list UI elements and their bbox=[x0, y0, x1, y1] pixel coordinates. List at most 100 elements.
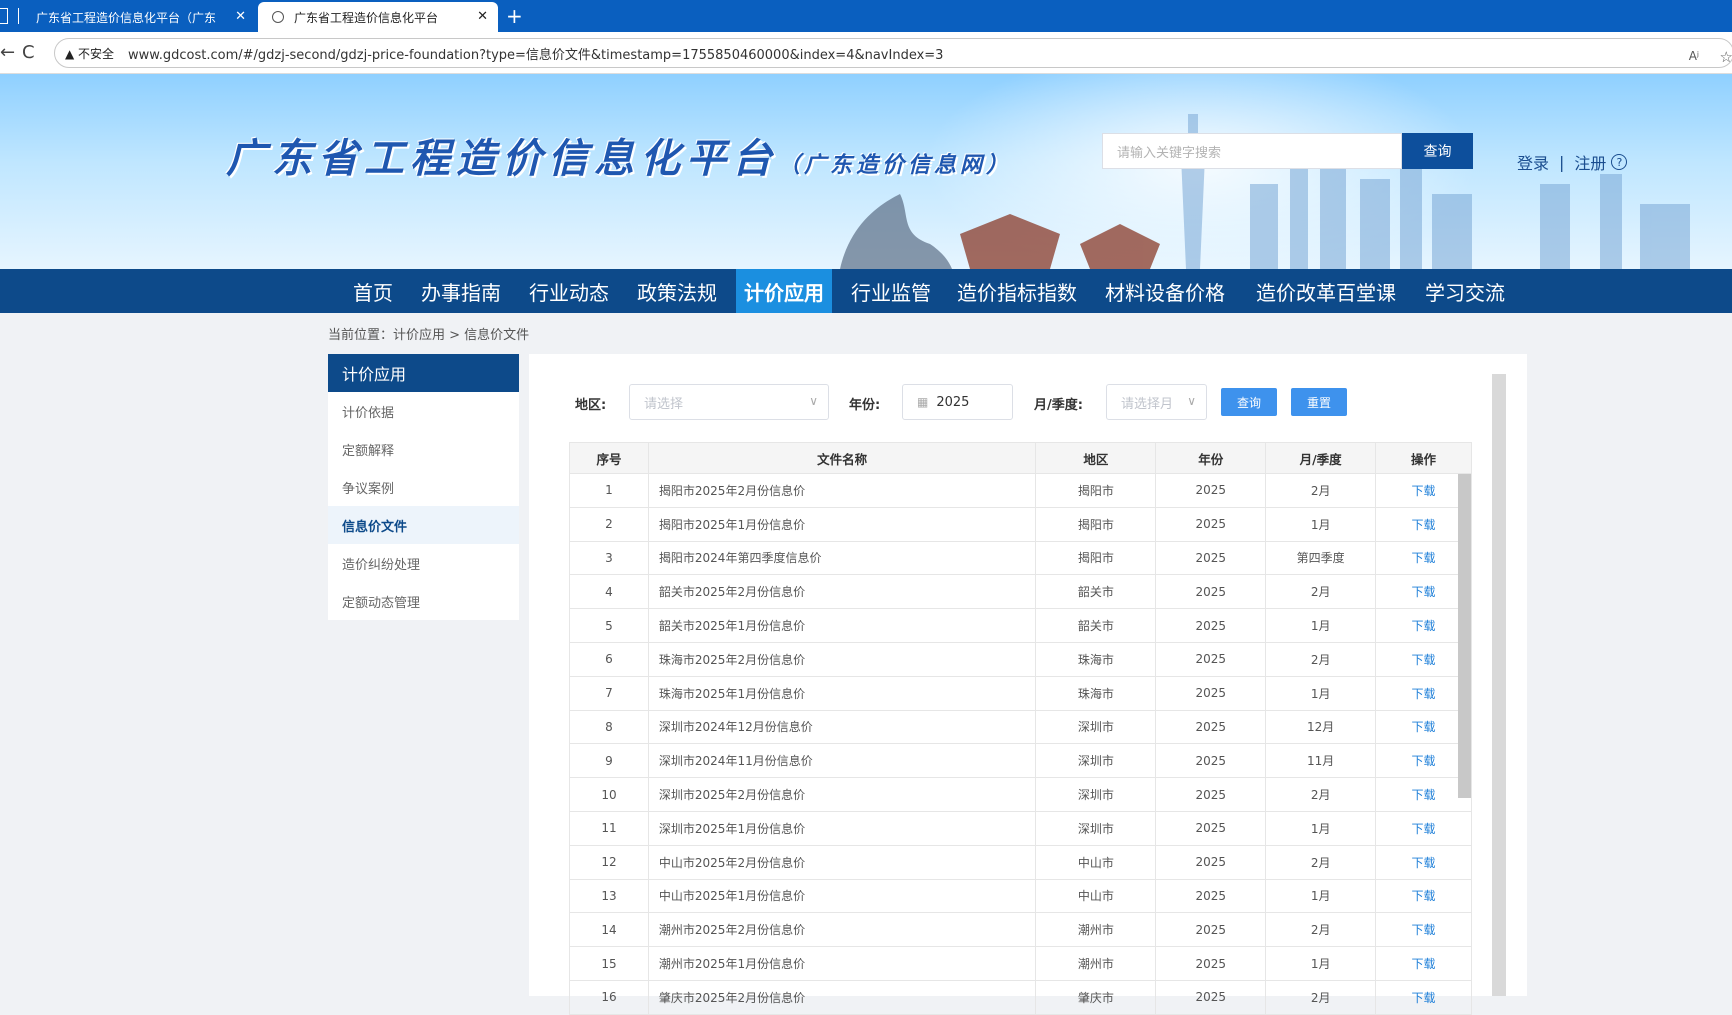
search-input[interactable]: 请输入关键字搜索 bbox=[1102, 133, 1402, 169]
tab-strip-edge bbox=[0, 8, 8, 24]
address-bar: ← C ▲ 不安全 www.gdcost.com/#/gdzj-second/g… bbox=[0, 32, 1732, 74]
table-row: 4 韶关市2025年2月份信息价 韶关市 2025 2月 下载 bbox=[570, 575, 1472, 610]
sidebar-item-dispute-cases[interactable]: 争议案例 bbox=[328, 468, 519, 506]
cell-index: 6 bbox=[570, 642, 649, 676]
favorite-star-icon[interactable]: ☆ bbox=[1720, 48, 1732, 66]
nav-guide[interactable]: 办事指南 bbox=[414, 269, 508, 313]
url-text[interactable]: www.gdcost.com/#/gdzj-second/gdzj-price-… bbox=[128, 44, 943, 63]
download-link-text[interactable]: 下载 bbox=[1412, 482, 1436, 499]
cell-region: 韶关市 bbox=[1036, 609, 1157, 642]
download-link-text[interactable]: 下载 bbox=[1412, 583, 1436, 600]
nav-supervision[interactable]: 行业监管 bbox=[844, 269, 938, 313]
table-scrollbar-thumb[interactable] bbox=[1458, 474, 1471, 798]
download-link-text[interactable]: 下载 bbox=[1412, 685, 1436, 702]
cell-index: 13 bbox=[570, 879, 649, 913]
cell-month: 第四季度 bbox=[1266, 541, 1377, 575]
cell-month: 1月 bbox=[1266, 947, 1377, 980]
query-button[interactable]: 查询 bbox=[1221, 388, 1277, 416]
download-link[interactable]: 下载 bbox=[1376, 811, 1472, 845]
cell-month: 1月 bbox=[1266, 609, 1377, 642]
download-link[interactable]: 下载 bbox=[1376, 980, 1472, 1014]
cell-file-name: 珠海市2025年1月份信息价 bbox=[649, 676, 1037, 710]
download-link-text[interactable]: 下载 bbox=[1412, 854, 1436, 871]
cell-index: 15 bbox=[570, 947, 649, 980]
download-link-text[interactable]: 下载 bbox=[1412, 516, 1436, 533]
nav-reform-lessons[interactable]: 造价改革百堂课 bbox=[1250, 269, 1402, 313]
cell-file-name: 深圳市2025年1月份信息价 bbox=[649, 811, 1037, 845]
read-aloud-icon[interactable]: Aʲ bbox=[1689, 49, 1699, 63]
table-row: 6 珠海市2025年2月份信息价 珠海市 2025 2月 下载 bbox=[570, 642, 1472, 677]
cell-year: 2025 bbox=[1156, 541, 1267, 575]
download-link-text[interactable]: 下载 bbox=[1412, 921, 1436, 938]
help-icon[interactable]: ? bbox=[1611, 154, 1628, 170]
cell-month: 11月 bbox=[1266, 744, 1377, 778]
download-link-text[interactable]: 下载 bbox=[1412, 820, 1436, 837]
back-icon[interactable]: ← bbox=[0, 42, 15, 63]
cell-file-name: 深圳市2024年11月份信息价 bbox=[649, 744, 1037, 778]
nav-cost-index[interactable]: 造价指标指数 bbox=[952, 269, 1082, 313]
link-separator: | bbox=[1559, 152, 1565, 172]
nav-material-prices[interactable]: 材料设备价格 bbox=[1100, 269, 1230, 313]
login-link[interactable]: 登录 bbox=[1517, 150, 1549, 174]
nav-pricing-application[interactable]: 计价应用 bbox=[736, 269, 832, 313]
register-link[interactable]: 注册 bbox=[1574, 150, 1606, 174]
download-link-text[interactable]: 下载 bbox=[1412, 989, 1436, 1006]
download-link[interactable]: 下载 bbox=[1376, 845, 1472, 879]
sidebar-item-price-info-files[interactable]: 信息价文件 bbox=[328, 506, 519, 544]
sidebar-item-dispute-handling[interactable]: 造价纠纷处理 bbox=[328, 544, 519, 582]
month-label: 月/季度: bbox=[1034, 398, 1083, 413]
table-row: 8 深圳市2024年12月份信息价 深圳市 2025 12月 下载 bbox=[570, 710, 1472, 745]
table-row: 3 揭阳市2024年第四季度信息价 揭阳市 2025 第四季度 下载 bbox=[570, 541, 1472, 576]
download-link[interactable]: 下载 bbox=[1376, 913, 1472, 947]
sidebar-item-quota-explanation[interactable]: 定额解释 bbox=[328, 430, 519, 468]
nav-industry-news[interactable]: 行业动态 bbox=[522, 269, 616, 313]
month-select[interactable]: 请选择月 ∨ bbox=[1106, 384, 1207, 420]
reset-button[interactable]: 重置 bbox=[1291, 388, 1347, 416]
download-link-text[interactable]: 下载 bbox=[1412, 617, 1436, 634]
download-link-text[interactable]: 下载 bbox=[1412, 718, 1436, 735]
header-file-name: 文件名称 bbox=[649, 443, 1037, 473]
not-secure-indicator[interactable]: ▲ 不安全 bbox=[65, 45, 114, 62]
download-link-text[interactable]: 下载 bbox=[1412, 549, 1436, 566]
sidebar-item-quota-dynamic[interactable]: 定额动态管理 bbox=[328, 582, 519, 620]
url-field[interactable]: ▲ 不安全 www.gdcost.com/#/gdzj-second/gdzj-… bbox=[54, 38, 1732, 68]
close-icon[interactable]: ✕ bbox=[477, 9, 488, 24]
cell-year: 2025 bbox=[1156, 710, 1267, 744]
sidebar-item-pricing-basis[interactable]: 计价依据 bbox=[328, 392, 519, 430]
cell-month: 1月 bbox=[1266, 676, 1377, 710]
search-button[interactable]: 查询 bbox=[1402, 133, 1473, 169]
close-icon[interactable]: ✕ bbox=[235, 9, 246, 24]
cell-year: 2025 bbox=[1156, 811, 1267, 845]
cell-region: 揭阳市 bbox=[1036, 507, 1157, 541]
table-row: 15 潮州市2025年1月份信息价 潮州市 2025 1月 下载 bbox=[570, 947, 1472, 981]
cell-month: 1月 bbox=[1266, 811, 1377, 845]
cell-index: 12 bbox=[570, 845, 649, 879]
browser-tab-inactive[interactable]: 广东省工程造价信息化平台（广东 ✕ bbox=[22, 2, 256, 32]
nav-home[interactable]: 首页 bbox=[340, 269, 406, 313]
download-link-text[interactable]: 下载 bbox=[1412, 955, 1436, 972]
globe-icon bbox=[272, 11, 284, 23]
year-picker[interactable]: ▦ 2025 bbox=[902, 384, 1013, 420]
download-link-text[interactable]: 下载 bbox=[1412, 786, 1436, 803]
cell-file-name: 深圳市2025年2月份信息价 bbox=[649, 778, 1037, 811]
cell-year: 2025 bbox=[1156, 575, 1267, 609]
cell-year: 2025 bbox=[1156, 609, 1267, 642]
cell-region: 深圳市 bbox=[1036, 811, 1157, 845]
download-link-text[interactable]: 下载 bbox=[1412, 651, 1436, 668]
page-scrollbar[interactable] bbox=[1492, 374, 1506, 996]
cell-month: 2月 bbox=[1266, 575, 1377, 609]
nav-learning[interactable]: 学习交流 bbox=[1418, 269, 1512, 313]
cell-file-name: 韶关市2025年1月份信息价 bbox=[649, 609, 1037, 642]
download-link-text[interactable]: 下载 bbox=[1412, 752, 1436, 769]
download-link[interactable]: 下载 bbox=[1376, 879, 1472, 913]
browser-tab-active[interactable]: 广东省工程造价信息化平台 ✕ bbox=[258, 2, 498, 32]
cell-month: 2月 bbox=[1266, 642, 1377, 676]
reload-icon[interactable]: C bbox=[22, 42, 35, 63]
region-select[interactable]: 请选择 ∨ bbox=[629, 384, 829, 420]
download-link[interactable]: 下载 bbox=[1376, 947, 1472, 980]
download-link-text[interactable]: 下载 bbox=[1412, 887, 1436, 904]
cell-file-name: 揭阳市2025年1月份信息价 bbox=[649, 507, 1037, 541]
new-tab-button[interactable]: + bbox=[506, 4, 523, 28]
nav-policies[interactable]: 政策法规 bbox=[630, 269, 724, 313]
cell-index: 7 bbox=[570, 676, 649, 710]
